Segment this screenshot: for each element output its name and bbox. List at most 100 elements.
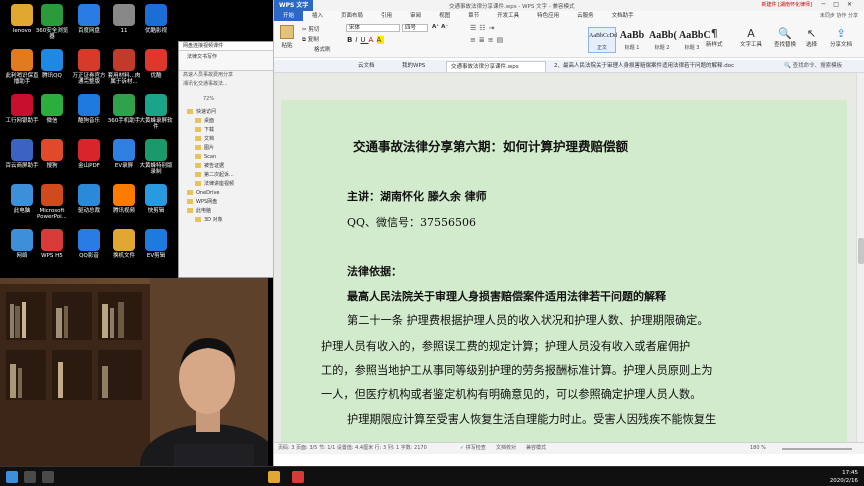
desktop-icon[interactable]: 大黄蜂特别版录制 — [138, 139, 174, 177]
proofread-status[interactable]: 文档校对 — [496, 443, 516, 454]
nav-tree-item[interactable]: 快速访问 — [179, 108, 275, 117]
nav-tree-item[interactable]: WPS网盘 — [179, 198, 275, 207]
justify-icon[interactable]: ▤ — [497, 36, 507, 44]
desktop-icon[interactable]: 万正证券官方通完整版 — [71, 49, 107, 87]
explorer-tab[interactable]: 网盘连接视频课件 — [179, 42, 275, 51]
menu-item[interactable]: 云服务 — [568, 11, 603, 21]
wps-app-button[interactable]: WPS 文字 — [274, 0, 314, 11]
text-tools-button[interactable]: A 文字工具 — [740, 27, 762, 48]
align-left-icon[interactable]: ≡ — [470, 36, 479, 44]
menu-item[interactable]: 页面布局 — [332, 11, 372, 21]
document-tab[interactable]: 我的WPS — [398, 61, 442, 72]
desktop-icon[interactable]: 搜狗 — [34, 139, 70, 177]
start-icon[interactable] — [6, 471, 18, 483]
desktop-icon[interactable]: 微信 — [34, 94, 70, 132]
user-account[interactable]: 新建件 [湖南怀化律师] — [762, 1, 813, 8]
wps-taskbar-icon[interactable] — [292, 471, 304, 483]
menu-item[interactable]: 特色应用 — [528, 11, 568, 21]
desktop-icon[interactable]: WPS H5 — [34, 229, 70, 267]
nav-tree-item[interactable]: Scan — [179, 153, 275, 162]
nav-tree-item[interactable]: 3D 对象 — [179, 216, 275, 225]
font-color-icon[interactable]: A — [369, 36, 377, 44]
style-preset[interactable]: AaBbCcDd 正文 — [588, 27, 617, 53]
desktop-icon[interactable]: 360手机助手 — [106, 94, 142, 132]
menu-item[interactable]: 视图 — [430, 11, 459, 21]
explorer-crumb[interactable]: 法律文书写作 — [183, 53, 271, 62]
nav-tree-item[interactable]: 此电脑 — [179, 207, 275, 216]
select-button[interactable]: ↖ 选择 — [806, 27, 817, 48]
document-page[interactable]: 交通事故法律分享第六期：如何计算护理费赔偿额 主讲：湖南怀化 滕久余 律师 QQ… — [281, 100, 847, 442]
system-clock[interactable]: 17:45 2020/2/16 — [830, 469, 858, 485]
nav-tree-item[interactable]: 文档 — [179, 135, 275, 144]
desktop-icon[interactable]: 360安全浏览器 — [34, 4, 70, 42]
vertical-scrollbar[interactable] — [856, 73, 864, 442]
style-preset[interactable]: AaBbC 标题 3 — [678, 27, 711, 53]
nav-tree-item[interactable]: OneDrive — [179, 189, 275, 198]
explorer-crumb[interactable]: 湘讯化交通事故法... — [179, 80, 275, 89]
menu-right-actions[interactable]: 未同步 协作 分享 — [820, 11, 858, 21]
copy-button[interactable]: ⧉ 复制 — [302, 35, 319, 44]
desktop-icon[interactable]: 金山PDF — [71, 139, 107, 177]
desktop-icon[interactable]: 酷狗音乐 — [71, 94, 107, 132]
new-style-button[interactable]: ¶ 新样式 — [706, 27, 723, 48]
document-tab[interactable]: 2、最高人民法院关于审理人身损害赔偿案件适用法律若干问题的解释.doc — [550, 61, 776, 72]
document-tab[interactable]: 交通事故法律分享课件.wps — [446, 61, 546, 72]
explorer-crumb[interactable]: 高速人员事故费用分享 — [179, 71, 275, 80]
indent-icon[interactable]: ⇥ — [489, 24, 498, 32]
menu-item[interactable]: 开始 — [274, 11, 304, 21]
close-icon[interactable]: ✕ — [847, 1, 860, 8]
nav-tree-item[interactable]: 下载 — [179, 126, 275, 135]
menu-item[interactable]: 开发工具 — [488, 11, 528, 21]
numbered-list-icon[interactable]: ☷ — [479, 24, 488, 32]
menu-item[interactable]: 章节 — [459, 11, 488, 21]
nav-tree-item[interactable]: 图片 — [179, 144, 275, 153]
file-explorer-window[interactable]: 网盘连接视频课件 法律文书写作 高速人员事故费用分享 湘讯化交通事故法... 7… — [178, 41, 276, 278]
spell-check-status[interactable]: ✓ 拼写检查 — [460, 443, 486, 454]
document-tab[interactable]: 云文档 — [354, 61, 394, 72]
nav-tree-item[interactable]: 第二次起诉... — [179, 171, 275, 180]
desktop-icon[interactable]: 优酷 — [138, 49, 174, 87]
style-preset[interactable]: AaBb(标题 2 — [648, 27, 677, 53]
desktop-icon[interactable]: 优酷影视 — [138, 4, 174, 42]
minimize-icon[interactable]: ─ — [822, 1, 834, 8]
desktop-icon[interactable]: Microsoft PowerPoi... — [34, 184, 70, 222]
desktop-icon[interactable]: 腾讯QQ — [34, 49, 70, 87]
desktop-icon[interactable]: EV剪辑 — [138, 229, 174, 267]
zoom-level[interactable]: 180 % — [750, 443, 766, 454]
maximize-icon[interactable]: □ — [833, 1, 847, 8]
find-replace-button[interactable]: 🔍 查找替换 — [774, 27, 796, 48]
style-preset[interactable]: AaBb 标题 1 — [618, 27, 646, 53]
desktop-icon[interactable]: 11 — [106, 4, 142, 42]
desktop-icon[interactable]: 驱动总裁 — [71, 184, 107, 222]
cut-button[interactable]: ✂ 剪切 — [302, 25, 319, 33]
scrollbar-thumb[interactable] — [858, 238, 864, 264]
nav-tree-item[interactable]: 被告证据 — [179, 162, 275, 171]
desktop-icon[interactable]: 换机文件 — [106, 229, 142, 267]
menu-item[interactable]: 引用 — [372, 11, 401, 21]
menu-item[interactable]: 审阅 — [401, 11, 430, 21]
desktop-icon[interactable]: 腾讯视频 — [106, 184, 142, 222]
zoom-slider[interactable] — [782, 448, 852, 450]
nav-tree-item[interactable]: 法律讲座视频 — [179, 180, 275, 189]
font-grow-icon[interactable]: A⁺ A⁻ — [432, 24, 448, 30]
highlight-icon[interactable]: A — [376, 36, 385, 44]
menu-item[interactable]: 插入 — [303, 11, 332, 21]
paste-button[interactable]: 粘贴 — [280, 25, 294, 49]
format-painter-button[interactable]: 格式刷 — [314, 45, 331, 53]
desktop-icon[interactable]: QQ影音 — [71, 229, 107, 267]
desktop-icon[interactable]: 套用材料...肉属于诉材... — [106, 49, 142, 87]
search-icon[interactable] — [24, 471, 36, 483]
bullet-list-icon[interactable]: ☰ — [470, 24, 479, 32]
file-explorer-taskbar-icon[interactable] — [268, 471, 280, 483]
desktop-icon[interactable]: 快剪辑 — [138, 184, 174, 222]
align-center-icon[interactable]: ≣ — [479, 36, 488, 44]
font-name-select[interactable]: 宋体 — [346, 24, 400, 32]
nav-tree-item[interactable]: 桌面 — [179, 117, 275, 126]
menu-item[interactable]: 文档助手 — [603, 11, 643, 21]
share-document-button[interactable]: ⇪ 分享文档 — [830, 27, 852, 48]
desktop-icon[interactable]: 百度网盘 — [71, 4, 107, 42]
desktop-icon[interactable]: 大黄蜂录屏软件 — [138, 94, 174, 132]
command-search[interactable]: 🔍 查找命令、搜索模板 — [780, 61, 846, 72]
desktop-icon[interactable]: EV录屏 — [106, 139, 142, 177]
font-size-select[interactable]: 四号 — [402, 24, 428, 32]
